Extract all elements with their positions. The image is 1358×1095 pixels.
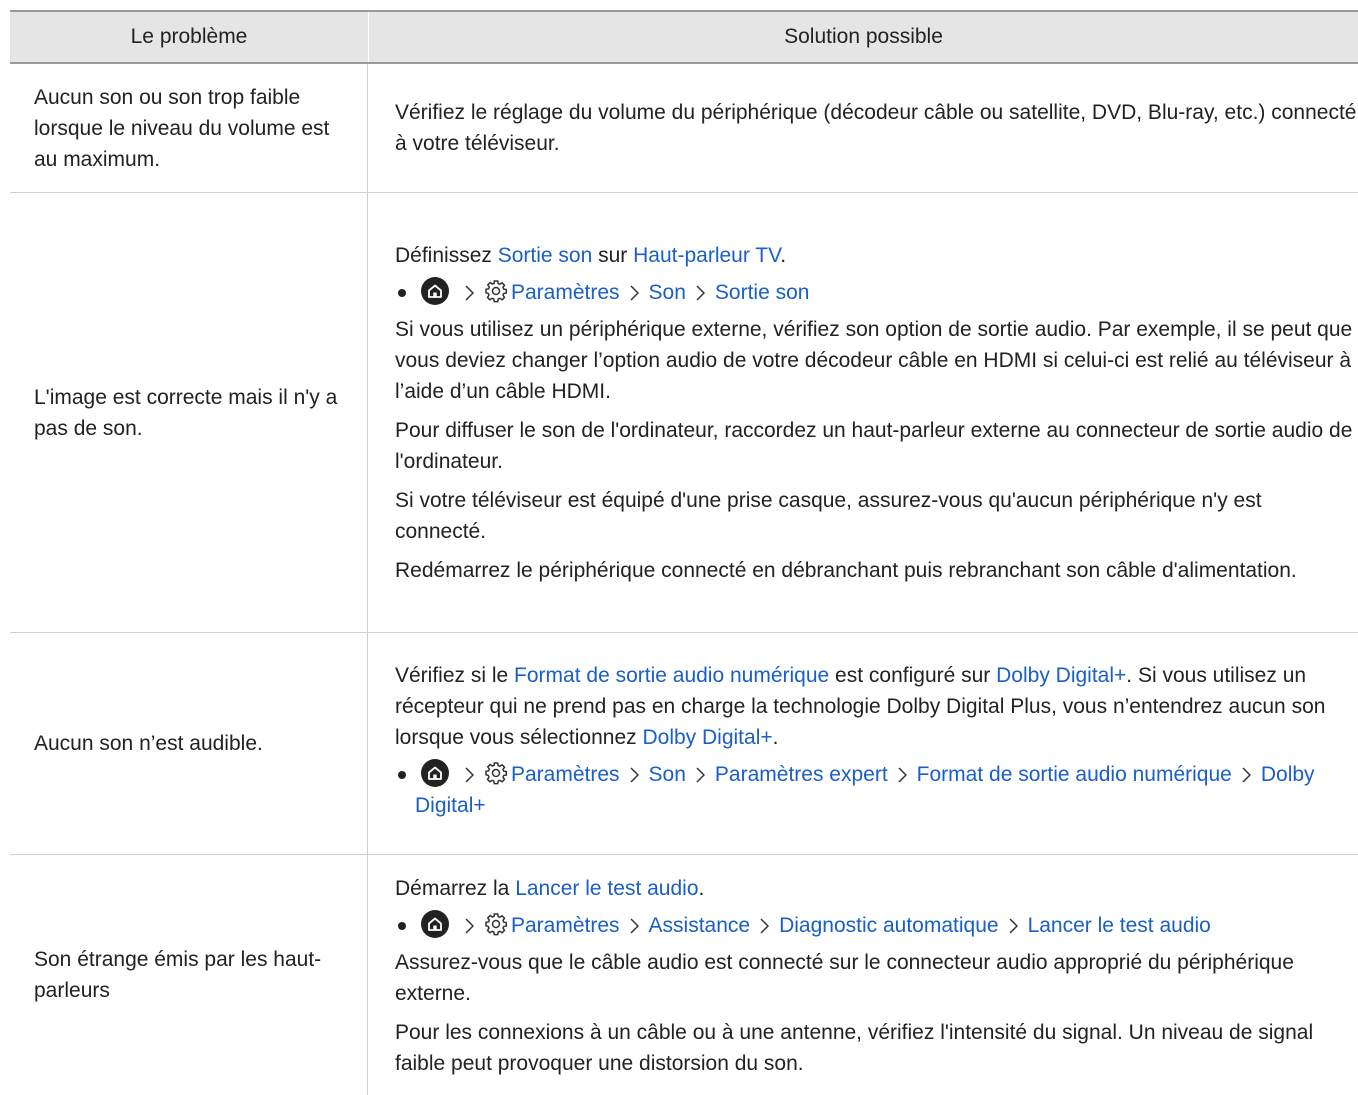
path-item: Son — [648, 763, 686, 786]
menu-link: Format de sortie audio numérique — [514, 664, 830, 687]
solution-cell: Vérifiez si le Format de sortie audio nu… — [368, 633, 1358, 854]
solution-text: Si vous utilisez un périphérique externe… — [395, 317, 1353, 403]
table-row: Aucun son n’est audible. Vérifiez si le … — [10, 633, 1358, 855]
chevron-right-icon — [696, 284, 705, 301]
solution-text: Pour diffuser le son de l'ordinateur, ra… — [395, 418, 1353, 473]
solution-text: Redémarrez le périphérique connecté en d… — [395, 558, 1297, 582]
problem-cell: Aucun son ou son trop faible lorsque le … — [10, 64, 368, 192]
solution-cell: Démarrez la Lancer le test audio. Paramè… — [368, 855, 1358, 1095]
solution-text: Définissez Sortie son sur Haut-parleur T… — [395, 243, 787, 267]
solution-text: Pour les connexions à un câble ou à une … — [395, 1021, 1314, 1075]
gear-icon — [485, 913, 508, 936]
gear-icon — [485, 762, 508, 785]
path-item: Lancer le test audio — [1027, 914, 1211, 937]
chevron-right-icon — [760, 918, 770, 934]
table-row: Aucun son ou son trop faible lorsque le … — [10, 64, 1358, 193]
path-item: Son — [648, 280, 686, 304]
chevron-right-icon — [630, 767, 639, 783]
home-icon — [421, 910, 449, 938]
solution-text: Vérifiez le réglage du volume du périphé… — [395, 101, 1357, 155]
bullet — [395, 910, 415, 941]
path-item: Paramètres — [511, 914, 620, 937]
home-icon — [421, 759, 449, 787]
chevron-right-icon — [465, 284, 474, 301]
menu-path: Paramètres Son Sortie son — [395, 276, 1358, 308]
path-item: Paramètres — [511, 763, 620, 786]
troubleshooting-table: Le problème Solution possible Aucun son … — [10, 10, 1358, 1095]
solution-text: Vérifiez si le Format de sortie audio nu… — [395, 664, 1326, 749]
header-solution: Solution possible — [784, 25, 943, 48]
chevron-right-icon — [630, 918, 639, 934]
path-item: Diagnostic automatique — [779, 914, 999, 937]
path-item: Paramètres — [511, 280, 620, 304]
menu-link: Dolby Digital+ — [996, 664, 1127, 687]
menu-link: Lancer le test audio — [515, 877, 699, 900]
table-header: Le problème Solution possible — [10, 10, 1358, 64]
path-item: Sortie son — [714, 280, 810, 304]
solution-text: Assurez-vous que le câble audio est conn… — [395, 951, 1294, 1005]
menu-link: Dolby Digital+ — [642, 726, 773, 749]
menu-link: Sortie son — [497, 243, 593, 267]
solution-text: Si votre téléviseur est équipé d'une pri… — [395, 488, 1262, 543]
chevron-right-icon — [465, 767, 474, 783]
bullet — [395, 759, 415, 821]
path-item: Assistance — [648, 914, 751, 937]
menu-link: Haut-parleur TV — [633, 243, 781, 267]
problem-cell: L'image est correcte mais il n'y a pas d… — [10, 193, 368, 632]
chevron-right-icon — [630, 284, 639, 301]
bullet — [395, 277, 415, 308]
solution-text: Démarrez la Lancer le test audio. — [395, 877, 705, 900]
header-problem: Le problème — [10, 12, 369, 62]
solution-cell: Définissez Sortie son sur Haut-parleur T… — [368, 193, 1358, 632]
chevron-right-icon — [1242, 767, 1251, 783]
gear-icon — [485, 279, 508, 302]
menu-path: Paramètres Assistance Diagnostic automatiq… — [395, 910, 1358, 941]
problem-cell: Son étrange émis par les haut-parleurs — [10, 855, 368, 1095]
chevron-right-icon — [465, 918, 474, 934]
problem-cell: Aucun son n’est audible. — [10, 633, 368, 854]
chevron-right-icon — [696, 767, 705, 783]
chevron-right-icon — [1009, 918, 1018, 934]
chevron-right-icon — [898, 767, 907, 783]
path-item: Format de sortie audio numérique — [916, 763, 1232, 786]
home-icon — [421, 276, 449, 305]
path-item: Paramètres expert — [714, 763, 888, 786]
menu-path: Paramètres Son Paramètres expert Format de … — [395, 759, 1358, 821]
table-row: Son étrange émis par les haut-parleurs D… — [10, 855, 1358, 1095]
table-row: L'image est correcte mais il n'y a pas d… — [10, 193, 1358, 633]
solution-cell: Vérifiez le réglage du volume du périphé… — [368, 64, 1358, 192]
